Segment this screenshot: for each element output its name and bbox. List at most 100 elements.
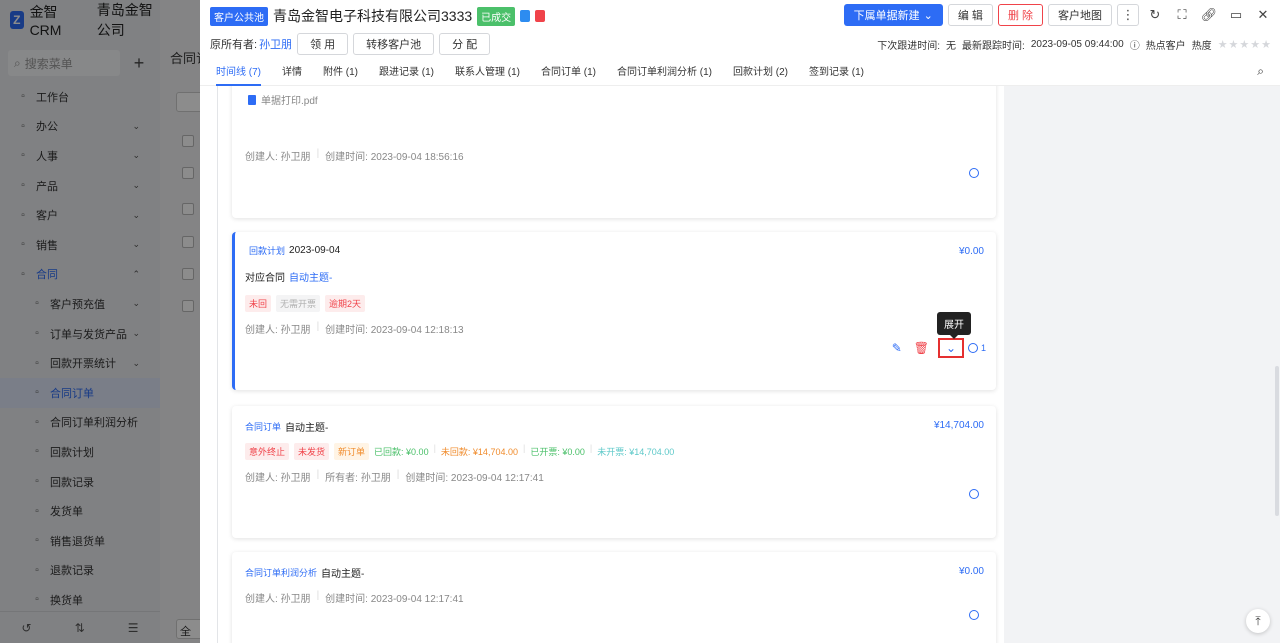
comment-icon[interactable] <box>969 489 979 499</box>
card-type-tag: 回款计划 <box>249 246 286 256</box>
modal-overlay[interactable] <box>0 0 200 643</box>
new-sub-document-label: 下属单据新建 <box>853 10 920 22</box>
card-meta: 创建人: 孙卫朋 | 所有者: 孙卫朋 | 创建时间: 2023-09-04 1… <box>245 469 544 484</box>
comment-icon[interactable] <box>969 610 979 620</box>
tab-item[interactable]: 合同订单 (1) <box>541 56 596 86</box>
card-title-row: 回款计划 2023-09-04 <box>249 244 340 257</box>
created-time: 创建时间: 2023-09-04 12:18:13 <box>325 325 464 336</box>
assign-button[interactable]: 分 配 <box>439 33 491 55</box>
claim-button[interactable]: 领 用 <box>297 33 349 55</box>
status-tag: 未回 <box>245 295 272 312</box>
card-meta: 创建人: 孙卫朋 | 创建时间: 2023-09-04 12:17:41 <box>245 590 464 605</box>
attachment-name: 单据打印.pdf <box>261 96 318 107</box>
owner-label: 原所有者: <box>210 39 258 51</box>
tab-item[interactable]: 联系人管理 (1) <box>455 56 520 86</box>
close-icon[interactable]: ✕ <box>1252 4 1274 26</box>
pdf-file-icon <box>248 94 256 105</box>
card-title[interactable]: 自动主题- <box>321 565 364 580</box>
right-side-pane <box>1004 86 1280 643</box>
status-tags: 意外终止 未发货 新订单 已回款: ¥0.00 | 未回款: ¥14,704.0… <box>245 443 674 460</box>
contract-row: 对应合同 自动主题- <box>245 269 332 284</box>
timeline-card-contract-order: 合同订单 自动主题- ¥14,704.00 意外终止 未发货 新订单 已回款: … <box>232 406 996 538</box>
uninvoiced-amount: 未开票: ¥14,704.00 <box>597 447 675 457</box>
customer-name: 青岛金智电子科技有限公司3333 <box>273 8 473 24</box>
refresh-icon[interactable]: ↻ <box>1144 4 1166 26</box>
edit-icon[interactable]: ✎ <box>892 341 902 355</box>
divider: | <box>522 443 526 453</box>
unreceived-amount: 未回款: ¥14,704.00 <box>440 447 518 457</box>
divider: | <box>316 590 320 601</box>
header-actions: 下属单据新建 ⌄ 编 辑 删 除 客户地图 ⋮ ↻ ⛶ 🔗︎ ▭ ✕ <box>843 4 1274 26</box>
followup-info: 下次跟进时间: 无 最新跟踪时间: 2023-09-05 09:44:00 ⓘ … <box>877 37 1272 52</box>
search-icon[interactable]: ⌕ <box>1257 64 1264 79</box>
creator: 创建人: 孙卫朋 <box>245 473 311 484</box>
customer-map-button[interactable]: 客户地图 <box>1048 4 1112 26</box>
created-time: 创建时间: 2023-09-04 12:17:41 <box>405 473 544 484</box>
tab-item[interactable]: 签到记录 (1) <box>809 56 864 86</box>
trash-icon[interactable]: 🗑︎ <box>914 341 929 355</box>
status-tag: 意外终止 <box>245 443 290 460</box>
creator: 创建人: 孙卫朋 <box>245 594 311 605</box>
tab-item[interactable]: 详情 <box>282 56 302 86</box>
card-amount: ¥14,704.00 <box>933 420 984 431</box>
tab-list: 时间线 (7) 详情 附件 (1) 跟进记录 (1) 联系人管理 (1) 合同订单 (1)… <box>216 56 885 86</box>
comment-count-value: 1 <box>980 343 986 353</box>
comment-icon <box>967 343 978 353</box>
received-amount: 已回款: ¥0.00 <box>374 447 429 457</box>
tab-item[interactable]: 合同订单利润分析 (1) <box>617 56 712 86</box>
back-to-top-icon[interactable]: ⤒ <box>1246 609 1270 633</box>
card-meta: 创建人: 孙卫朋 | 创建时间: 2023-09-04 18:56:16 <box>245 148 464 163</box>
owner-value[interactable]: 孙卫朋 <box>259 36 292 52</box>
edit-button[interactable]: 编 辑 <box>947 4 993 26</box>
heat-rating[interactable]: ★★★★★ <box>1218 38 1272 51</box>
card-type-tag: 合同订单利润分析 <box>245 568 318 578</box>
new-sub-document-button[interactable]: 下属单据新建 ⌄ <box>843 4 943 26</box>
heat-label: 热度 <box>1191 41 1212 52</box>
attachment-item[interactable]: 单据打印.pdf <box>248 92 318 107</box>
comment-count[interactable]: 1 <box>967 343 986 353</box>
tab-item[interactable]: 跟进记录 (1) <box>379 56 434 86</box>
timeline-card-payment-plan: 回款计划 2023-09-04 ¥0.00 对应合同 自动主题- 未回 无需开票… <box>232 232 996 390</box>
hot-customer-label: 热点客户 <box>1145 41 1186 52</box>
scrollbar[interactable] <box>1275 366 1279 516</box>
tab-item[interactable]: 时间线 (7) <box>216 56 261 86</box>
status-tag: 无需开票 <box>276 295 321 312</box>
chevron-down-icon: ⌄ <box>923 9 933 22</box>
divider: | <box>316 321 320 332</box>
status-tag: 未发货 <box>294 443 330 460</box>
timeline-pane: 单据打印.pdf 创建人: 孙卫朋 | 创建时间: 2023-09-04 18:… <box>200 86 1004 643</box>
tab-item[interactable]: 附件 (1) <box>323 56 358 86</box>
drawer-header: 客户公共池 青岛金智电子科技有限公司3333 已成交 下属单据新建 ⌄ 编 辑 … <box>200 0 1280 32</box>
next-followup-value: 无 <box>946 41 957 52</box>
timeline-card-attachment: 单据打印.pdf 创建人: 孙卫朋 | 创建时间: 2023-09-04 18:… <box>232 86 996 218</box>
card-actions: ✎ 🗑︎ ⌄ 1 <box>892 338 986 358</box>
card-amount: ¥0.00 <box>958 566 984 577</box>
divider: | <box>433 443 436 453</box>
flag-icon[interactable] <box>535 10 546 22</box>
next-followup-label: 下次跟进时间: <box>877 41 941 52</box>
monitor-icon[interactable]: ▭ <box>1225 4 1247 26</box>
owner: 所有者: 孙卫朋 <box>325 473 391 484</box>
contract-link[interactable]: 自动主题- <box>289 269 332 284</box>
owner-bar: 原所有者: 孙卫朋 领 用 转移客户池 分 配 下次跟进时间: 无 最新跟踪时间… <box>200 32 1280 56</box>
expand-tooltip: 展开 <box>937 312 971 339</box>
creator: 创建人: 孙卫朋 <box>245 152 311 163</box>
card-type-tag: 合同订单 <box>245 422 282 432</box>
card-title[interactable]: 自动主题- <box>285 419 328 434</box>
delete-button[interactable]: 删 除 <box>997 4 1043 26</box>
card-meta: 创建人: 孙卫朋 | 创建时间: 2023-09-04 12:18:13 <box>245 321 464 336</box>
link-icon[interactable]: 🔗︎ <box>1198 4 1220 26</box>
transfer-pool-button[interactable]: 转移客户池 <box>353 33 435 55</box>
fullscreen-icon[interactable]: ⛶ <box>1171 4 1193 26</box>
help-icon[interactable]: ⓘ <box>1130 37 1140 52</box>
customer-detail-drawer: 客户公共池 青岛金智电子科技有限公司3333 已成交 下属单据新建 ⌄ 编 辑 … <box>200 0 1280 643</box>
more-icon[interactable]: ⋮ <box>1117 4 1139 26</box>
document-icon[interactable] <box>520 10 531 22</box>
creator: 创建人: 孙卫朋 <box>245 325 311 336</box>
timeline-card-profit-analysis: 合同订单利润分析 自动主题- ¥0.00 创建人: 孙卫朋 | 创建时间: 20… <box>232 552 996 643</box>
divider: | <box>396 469 400 480</box>
card-title[interactable]: 2023-09-04 <box>289 245 340 256</box>
comment-icon[interactable] <box>969 168 979 178</box>
status-tag: 逾期2天 <box>325 295 366 312</box>
tab-item[interactable]: 回款计划 (2) <box>733 56 788 86</box>
